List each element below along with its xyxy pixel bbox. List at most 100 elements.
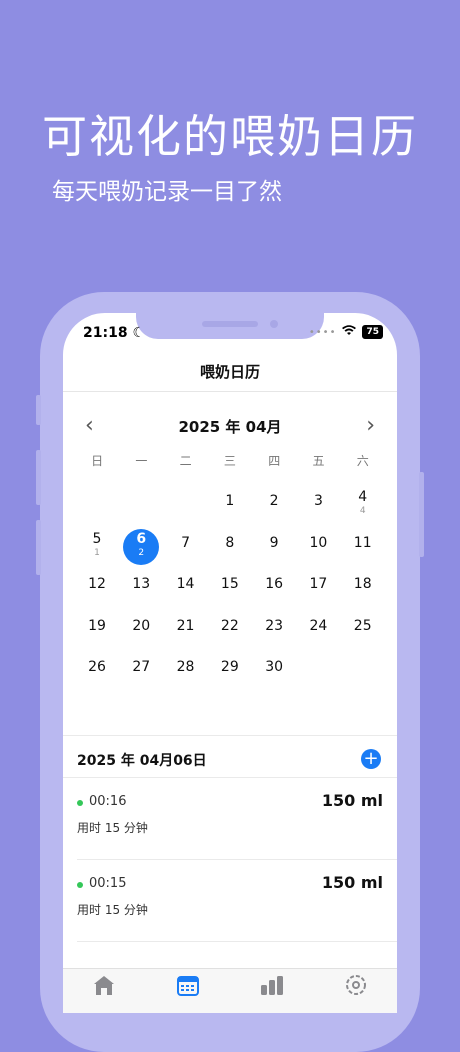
page-title: 喂奶日历: [199, 363, 260, 381]
day-number: 12: [88, 576, 106, 592]
day-number: 11: [353, 534, 372, 551]
weekday-label: 二: [179, 454, 192, 468]
day-number: 27: [132, 659, 151, 675]
feeding-record[interactable]: 00:15 150 ml 用时 15 分钟: [63, 867, 397, 949]
day-number: 24: [309, 617, 328, 634]
calendar-day[interactable]: 27: [119, 651, 163, 691]
calendar-day[interactable]: 7: [164, 527, 208, 567]
day-feed-count: 2: [138, 547, 145, 558]
record-duration: 用时 15 分钟: [77, 821, 148, 835]
day-number: 9: [269, 534, 279, 551]
home-icon: [94, 976, 114, 995]
weekday-label: 五: [312, 454, 325, 468]
settings-icon: [346, 975, 366, 995]
weekday-label: 三: [223, 454, 236, 468]
day-number: 19: [88, 617, 106, 634]
day-number: 8: [225, 534, 235, 551]
calendar-day[interactable]: 16: [252, 568, 296, 608]
calendar-day[interactable]: 44: [341, 485, 385, 525]
calendar-day[interactable]: 11: [341, 527, 385, 567]
day-number: 28: [176, 659, 195, 675]
calendar-icon: [177, 976, 199, 996]
calendar-day[interactable]: 21: [164, 610, 208, 650]
phone-side-button: [419, 472, 424, 557]
tab-home[interactable]: [89, 973, 119, 999]
day-number: 7: [181, 534, 191, 551]
chevron-right-icon[interactable]: ›: [366, 413, 375, 438]
tab-calendar[interactable]: [173, 973, 203, 999]
calendar-day[interactable]: 28: [164, 651, 208, 691]
calendar-day[interactable]: 9: [252, 527, 296, 567]
weekday-label: 四: [268, 454, 281, 468]
weekday-label: 六: [356, 454, 369, 468]
phone-side-button: [36, 395, 41, 425]
day-number: 10: [309, 534, 328, 551]
day-number: 26: [88, 659, 106, 675]
status-dot: [77, 800, 83, 806]
phone-side-button: [36, 450, 41, 505]
calendar-day[interactable]: 22: [208, 610, 252, 650]
moon-icon: ☾: [132, 325, 146, 341]
status-time: 21:18 ☾: [83, 325, 145, 341]
calendar-day[interactable]: 19: [75, 610, 119, 650]
feeding-record[interactable]: 00:16 150 ml 用时 15 分钟: [63, 785, 397, 867]
day-number: 15: [220, 576, 239, 592]
calendar-day[interactable]: 2: [252, 485, 296, 525]
hero-title: 可视化的喂奶日历: [41, 110, 418, 163]
weekday-label: 日: [91, 454, 104, 468]
notch: [136, 313, 324, 339]
calendar-day[interactable]: 18: [341, 568, 385, 608]
section-divider: [63, 735, 397, 736]
calendar-day[interactable]: 24: [296, 610, 340, 650]
day-number: 29: [220, 659, 239, 675]
day-number: 4: [358, 489, 368, 505]
day-number: 14: [176, 576, 195, 592]
day-number: 2: [269, 493, 279, 509]
day-number: 20: [132, 617, 151, 634]
weekday-label: 一: [135, 454, 148, 468]
calendar-day[interactable]: 23: [252, 610, 296, 650]
day-number: 23: [265, 617, 284, 634]
day-number: 16: [265, 576, 284, 592]
calendar-day[interactable]: 15: [208, 568, 252, 608]
status-time-text: 21:18: [83, 325, 128, 341]
calendar-day[interactable]: 8: [208, 527, 252, 567]
speaker: [202, 321, 258, 327]
calendar-day[interactable]: 30: [252, 651, 296, 691]
record-amount: 150 ml: [321, 791, 383, 810]
calendar-day[interactable]: 62: [119, 527, 163, 567]
calendar-header: ‹ 2025 年 04月 ›: [63, 413, 397, 438]
calendar-day[interactable]: 26: [75, 651, 119, 691]
tab-settings[interactable]: [341, 973, 371, 999]
record-amount: 150 ml: [321, 873, 383, 892]
camera: [270, 320, 278, 328]
record-divider: [77, 859, 397, 860]
calendar-day[interactable]: 25: [341, 610, 385, 650]
day-number: 5: [92, 530, 102, 547]
phone-screen: 21:18 ☾ •••• 75 喂奶日历 ‹ 2025 年 04月 › 日 一 二 三…: [63, 313, 397, 1013]
status-right: •••• 75: [309, 325, 383, 339]
hero-subtitle: 每天喂奶记录一目了然: [52, 179, 282, 205]
day-feed-count: 4: [359, 506, 366, 516]
calendar-day[interactable]: 51: [75, 527, 119, 567]
tab-bar: [63, 968, 397, 1013]
calendar-day[interactable]: 1: [208, 485, 252, 525]
calendar-day[interactable]: 10: [296, 527, 340, 567]
calendar-day[interactable]: 13: [119, 568, 163, 608]
calendar-day[interactable]: 20: [119, 610, 163, 650]
calendar-day[interactable]: 3: [296, 485, 340, 525]
status-dot: [77, 882, 83, 888]
calendar-day[interactable]: 29: [208, 651, 252, 691]
calendar-month: 2025 年 04月: [178, 418, 282, 436]
record-time: 00:16: [89, 794, 127, 809]
day-title: 2025 年 04月06日: [77, 753, 207, 769]
section-divider: [63, 777, 397, 778]
day-number: 21: [176, 617, 195, 634]
calendar-day[interactable]: 12: [75, 568, 119, 608]
tab-stats[interactable]: [257, 973, 287, 999]
day-number: 30: [265, 659, 284, 675]
day-number: 17: [309, 576, 328, 592]
add-record-button[interactable]: +: [361, 749, 381, 769]
calendar-day[interactable]: 17: [296, 568, 340, 608]
calendar-day[interactable]: 14: [164, 568, 208, 608]
